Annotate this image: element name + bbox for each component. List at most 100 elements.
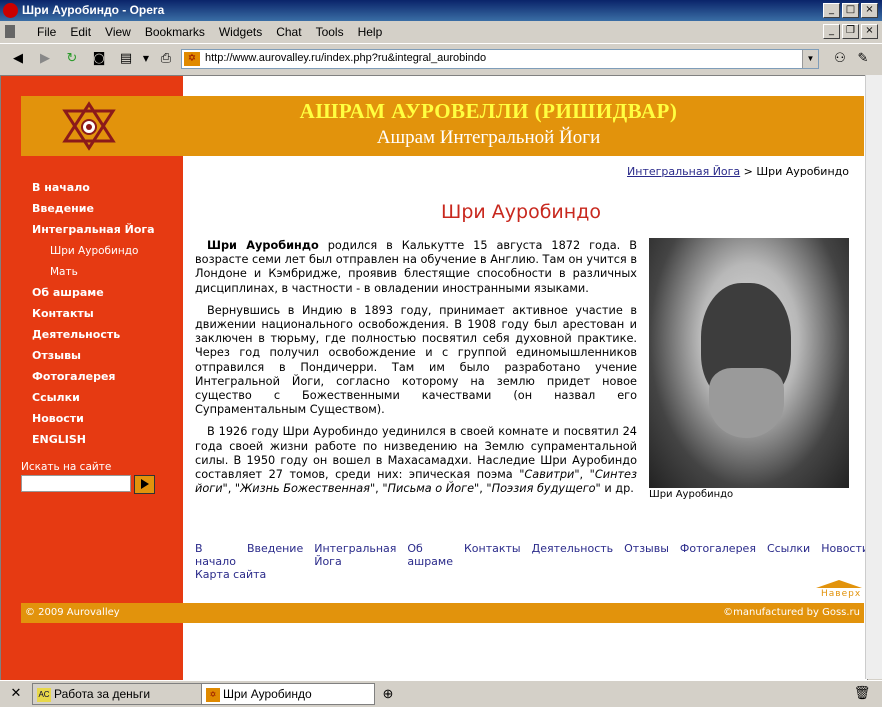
menu-item-edit[interactable]: Edit — [63, 25, 98, 39]
camera-icon[interactable]: ◙ — [89, 49, 109, 69]
title-bar: Шри Ауробиндо - Opera _ □ × — [0, 0, 882, 21]
navigation-toolbar: ◀ ▶ ↻ ◙ ▤ ▼ ⎙ ✡ http://www.aurovalley.ru… — [0, 43, 882, 76]
separator: ", " — [369, 482, 388, 496]
new-tab-icon[interactable]: ⊕ — [378, 684, 398, 704]
up-arrow-icon — [816, 580, 862, 588]
menu-item-widgets[interactable]: Widgets — [212, 25, 269, 39]
vertical-scrollbar[interactable] — [865, 75, 882, 679]
sidebar-item[interactable]: Деятельность — [32, 327, 155, 348]
sidebar-item[interactable]: Об ашраме — [32, 285, 155, 306]
footer-nav-link[interactable]: Об ашраме — [407, 542, 453, 568]
menu-item-tools[interactable]: Tools — [309, 25, 351, 39]
tab-aurobindo[interactable]: ✡ Шри Ауробиндо — [201, 683, 375, 705]
sidebar-item[interactable]: Ссылки — [32, 390, 155, 411]
reload-icon[interactable]: ↻ — [62, 49, 82, 69]
sidebar-item[interactable]: Новости — [32, 411, 155, 432]
breadcrumb: Интегральная Йога > Шри Ауробиндо — [627, 165, 849, 178]
tools-icon[interactable]: ✕ — [6, 683, 26, 703]
portrait-beard — [709, 368, 784, 438]
footer-nav: В начало Введение Интегральная Йога Об ашра… — [195, 542, 867, 568]
work-title: Поэзия будущего — [491, 482, 596, 496]
doc-restore-button[interactable]: ❐ — [842, 24, 859, 39]
sidebar-item[interactable]: Фотогалерея — [32, 369, 155, 390]
site-favicon-icon: ✡ — [184, 52, 200, 66]
sidebar-item[interactable]: Шри Ауробиндо — [32, 243, 155, 264]
separator: ", " — [574, 468, 595, 482]
page-viewport: АШРАМ АУРОВЕЛЛИ (РИШИДВАР) Ашрам Интегра… — [0, 75, 868, 681]
save-icon[interactable]: ▤ — [116, 49, 136, 69]
sidebar-item[interactable]: Контакты — [32, 306, 155, 327]
footer-nav-link[interactable]: Ссылки — [767, 542, 810, 568]
sitemap-link[interactable]: Карта сайта — [195, 568, 266, 581]
menu-items: File Edit View Bookmarks Widgets Chat Tools Hel… — [30, 25, 389, 39]
footer-nav-link[interactable]: В начало — [195, 542, 236, 568]
tab-aurobindo-icon: ✡ — [206, 687, 220, 702]
maximize-button[interactable]: □ — [842, 3, 859, 18]
back-icon[interactable]: ◀ — [8, 49, 28, 69]
footer-nav-link[interactable]: Фотогалерея — [680, 542, 756, 568]
tab-work[interactable]: AC Работа за деньги — [32, 683, 202, 705]
footer-nav-link[interactable]: Интегральная Йога — [314, 542, 396, 568]
search-input[interactable] — [21, 475, 131, 492]
site-header: АШРАМ АУРОВЕЛЛИ (РИШИДВАР) Ашрам Интегра… — [21, 96, 864, 156]
tab-work-label: Работа за деньги — [54, 687, 151, 701]
address-bar[interactable]: ✡ http://www.aurovalley.ru/index.php?ru&… — [181, 49, 819, 69]
doc-minimize-button[interactable]: _ — [823, 24, 840, 39]
sidebar-item[interactable]: В начало — [32, 180, 155, 201]
footer-nav-link[interactable]: Новости — [821, 542, 867, 568]
menu-item-chat[interactable]: Chat — [269, 25, 308, 39]
dropdown-icon[interactable]: ▼ — [136, 49, 156, 69]
window-title: Шри Ауробиндо - Opera — [22, 3, 165, 17]
site-subtitle: Ашрам Интегральной Йоги — [376, 127, 601, 148]
menu-item-bookmarks[interactable]: Bookmarks — [138, 25, 212, 39]
doc-close-button[interactable]: × — [861, 24, 878, 39]
breadcrumb-link[interactable]: Интегральная Йога — [627, 165, 740, 178]
paragraph-2: Вернувшись в Индию в 1893 году, принимае… — [195, 303, 637, 417]
photo-caption: Шри Ауробиндо — [649, 489, 734, 500]
tab-work-icon: AC — [37, 687, 51, 702]
minimize-button[interactable]: _ — [823, 3, 840, 18]
breadcrumb-separator: > — [743, 165, 753, 178]
print-icon[interactable]: ⎙ — [156, 49, 176, 69]
back-to-top-link[interactable]: Наверх — [816, 580, 862, 600]
page-title: Шри Ауробиндо — [441, 201, 601, 223]
footer-nav-link[interactable]: Контакты — [464, 542, 521, 568]
sidebar-item[interactable]: Введение — [32, 201, 155, 222]
work-title: Жизнь Божественная — [240, 482, 370, 496]
search-submit-button[interactable] — [134, 475, 155, 494]
search-label: Искать на сайте — [21, 461, 112, 473]
portrait-photo — [649, 238, 849, 488]
separator: ", " — [222, 482, 241, 496]
manufactured-by[interactable]: ©manufactured by Goss.ru — [723, 607, 860, 618]
separator: " и др. — [595, 482, 634, 496]
name-bold: Шри Ауробиндо — [207, 239, 319, 252]
sidebar-nav: В начало Введение Интегральная Йога Шри Аур… — [32, 180, 155, 453]
site-title: АШРАМ АУРОВЕЛЛИ (РИШИДВАР) — [299, 99, 678, 123]
close-button[interactable]: × — [861, 3, 878, 18]
menu-item-help[interactable]: Help — [351, 25, 390, 39]
breadcrumb-current: Шри Ауробиндо — [756, 165, 849, 178]
sidebar-item[interactable]: Мать — [32, 264, 155, 285]
menu-bar: File Edit View Bookmarks Widgets Chat Tools Hel… — [0, 21, 882, 43]
menu-item-file[interactable]: File — [30, 25, 63, 39]
article-body: Шри Ауробиндо родился в Калькутте 15 авг… — [195, 239, 637, 504]
footer-nav-link[interactable]: Отзывы — [624, 542, 669, 568]
forward-icon[interactable]: ▶ — [35, 49, 55, 69]
menu-item-view[interactable]: View — [98, 25, 138, 39]
back-to-top-label: Наверх — [821, 589, 862, 599]
sidebar-item[interactable]: Интегральная Йога — [32, 222, 155, 243]
address-dropdown-icon[interactable]: ▼ — [802, 50, 818, 68]
page-icon — [5, 25, 15, 38]
wand-icon[interactable]: ✎ — [853, 49, 873, 69]
footer-nav-link[interactable]: Деятельность — [532, 542, 614, 568]
trash-icon[interactable]: 🗑 — [852, 683, 872, 703]
address-url: http://www.aurovalley.ru/index.php?ru&in… — [205, 52, 487, 64]
separator: ", " — [474, 482, 492, 496]
sidebar-item[interactable]: ENGLISH — [32, 432, 155, 453]
site-footer: © 2009 Aurovalley ©manufactured by Goss.… — [21, 603, 864, 623]
tab-bar: ✕ AC Работа за деньги ✡ Шри Ауробиндо ⊕ 🗑 — [0, 680, 882, 707]
user-icon[interactable]: ⚇ — [830, 49, 850, 69]
star-logo-icon — [62, 101, 116, 151]
footer-nav-link[interactable]: Введение — [247, 542, 303, 568]
sidebar-item[interactable]: Отзывы — [32, 348, 155, 369]
